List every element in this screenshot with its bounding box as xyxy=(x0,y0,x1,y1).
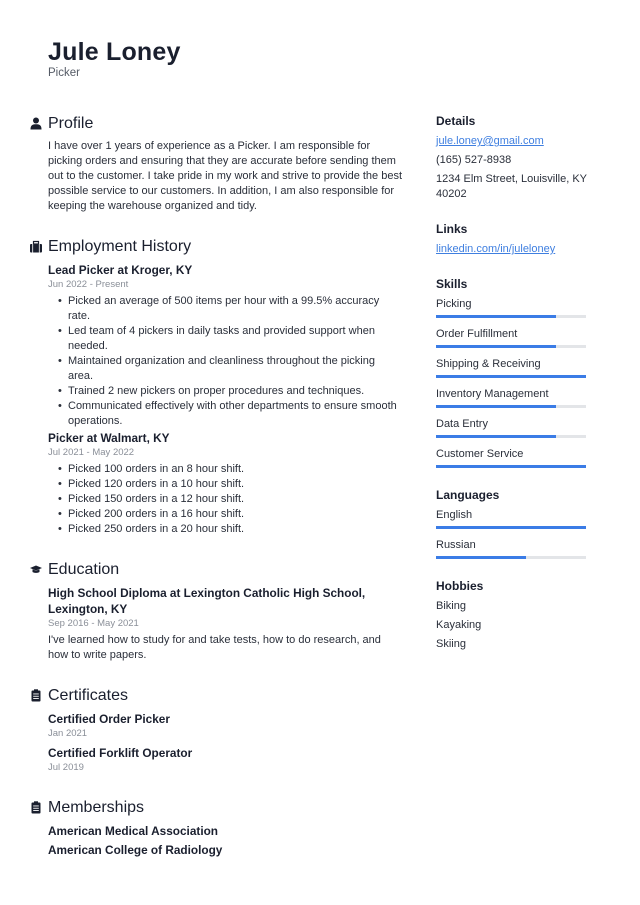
job-bullet: Trained 2 new pickers on proper procedur… xyxy=(58,384,403,399)
profile-heading: Profile xyxy=(48,115,94,132)
main-column: Profile I have over 1 years of experienc… xyxy=(30,113,403,880)
skill-item: Customer Service xyxy=(436,447,591,468)
skill-bar-fill xyxy=(436,315,556,318)
sidebar-column: Details jule.loney@gmail.com (165) 527-8… xyxy=(436,113,591,671)
education-section: Education High School Diploma at Lexingt… xyxy=(30,559,403,663)
skill-bar-fill xyxy=(436,405,556,408)
skill-item: Data Entry xyxy=(436,417,591,438)
language-item: English xyxy=(436,508,591,529)
job-bullets: Picked 100 orders in an 8 hour shift. Pi… xyxy=(58,462,403,537)
graduation-cap-icon xyxy=(30,565,42,573)
profile-section: Profile I have over 1 years of experienc… xyxy=(30,113,403,214)
memberships-section: Memberships American Medical Association… xyxy=(31,797,403,858)
skill-label: Data Entry xyxy=(436,418,488,430)
language-label: Russian xyxy=(436,539,476,551)
job-title: Picker xyxy=(48,67,80,79)
job-bullet: Picked 150 orders in a 12 hour shift. xyxy=(58,492,403,507)
profile-summary: I have over 1 years of experience as a P… xyxy=(48,140,403,212)
candidate-name: Jule Loney xyxy=(48,38,181,66)
details-section: Details jule.loney@gmail.com (165) 527-8… xyxy=(436,113,591,202)
job-title: Picker at Walmart, KY xyxy=(48,431,170,445)
skill-item: Inventory Management xyxy=(436,387,591,408)
employment-section: Employment History Lead Picker at Kroger… xyxy=(30,236,403,537)
skill-bar-track xyxy=(436,435,586,438)
skill-label: Customer Service xyxy=(436,448,524,460)
skill-bar-track xyxy=(436,345,586,348)
linkedin-link[interactable]: linkedin.com/in/juleloney xyxy=(436,242,591,257)
skill-bar-fill xyxy=(436,345,556,348)
skills-section: Skills Picking Order Fulfillment Shippin… xyxy=(436,276,591,468)
skills-heading: Skills xyxy=(436,277,468,291)
language-label: English xyxy=(436,509,473,521)
email-link[interactable]: jule.loney@gmail.com xyxy=(436,134,591,149)
skill-bar-fill xyxy=(436,465,586,468)
languages-section: Languages English Russian xyxy=(436,487,591,559)
skill-item: Shipping & Receiving xyxy=(436,357,591,378)
certificate-date: Jan 2021 xyxy=(48,728,88,739)
skill-label: Picking xyxy=(436,298,472,310)
links-section: Links linkedin.com/in/juleloney xyxy=(436,221,591,257)
hobbies-section: Hobbies Biking Kayaking Skiing xyxy=(436,578,591,652)
skill-label: Shipping & Receiving xyxy=(436,358,541,370)
skill-item: Order Fulfillment xyxy=(436,327,591,348)
job-bullet: Communicated effectively with other depa… xyxy=(58,399,403,429)
certificates-section: Certificates Certified Order Picker Jan … xyxy=(31,685,403,775)
job-bullet: Led team of 4 pickers in daily tasks and… xyxy=(58,324,403,354)
job-bullet: Picked 120 orders in a 10 hour shift. xyxy=(58,477,403,492)
language-bar-fill xyxy=(436,556,526,559)
language-bar-track xyxy=(436,526,586,529)
job-bullet: Picked 250 orders in a 20 hour shift. xyxy=(58,522,403,537)
skill-item: Picking xyxy=(436,297,591,318)
membership-item: American College of Radiology xyxy=(48,843,223,857)
education-heading: Education xyxy=(48,561,120,578)
job-bullet: Picked an average of 500 items per hour … xyxy=(58,294,403,324)
job-entry: Lead Picker at Kroger, KY Jun 2022 - Pre… xyxy=(48,262,403,429)
languages-heading: Languages xyxy=(436,488,500,502)
job-dates: Jun 2022 - Present xyxy=(48,279,129,290)
clipboard-icon xyxy=(31,801,41,814)
memberships-heading: Memberships xyxy=(48,799,145,816)
user-icon xyxy=(30,117,42,130)
skill-label: Inventory Management xyxy=(436,388,549,400)
links-heading: Links xyxy=(436,222,468,236)
hobby-item: Biking xyxy=(436,600,466,612)
certificate-date: Jul 2019 xyxy=(48,762,84,773)
certificate-title: Certified Forklift Operator xyxy=(48,746,193,760)
employment-heading: Employment History xyxy=(48,238,192,255)
skill-bar-track xyxy=(436,375,586,378)
certificates-heading: Certificates xyxy=(48,687,129,704)
job-dates: Jul 2021 - May 2022 xyxy=(48,447,135,458)
hobby-item: Skiing xyxy=(436,638,466,650)
education-description: I've learned how to study for and take t… xyxy=(48,634,381,661)
briefcase-icon xyxy=(30,240,42,253)
job-bullets: Picked an average of 500 items per hour … xyxy=(58,294,403,429)
phone-number: (165) 527-8938 xyxy=(436,154,512,166)
language-bar-track xyxy=(436,556,586,559)
language-item: Russian xyxy=(436,538,591,559)
skill-bar-fill xyxy=(436,375,586,378)
skill-bar-fill xyxy=(436,435,556,438)
certificate-title: Certified Order Picker xyxy=(48,712,170,726)
hobby-item: Kayaking xyxy=(436,619,482,631)
skill-bar-track xyxy=(436,315,586,318)
skill-bar-track xyxy=(436,465,586,468)
education-dates: Sep 2016 - May 2021 xyxy=(48,618,139,629)
job-bullet: Picked 200 orders in a 16 hour shift. xyxy=(58,507,403,522)
hobbies-heading: Hobbies xyxy=(436,579,484,593)
job-entry: Picker at Walmart, KY Jul 2021 - May 202… xyxy=(48,430,403,537)
job-title: Lead Picker at Kroger, KY xyxy=(48,263,193,277)
address: 1234 Elm Street, Louisville, KY 40202 xyxy=(436,173,587,200)
details-heading: Details xyxy=(436,114,476,128)
skill-bar-track xyxy=(436,405,586,408)
skill-label: Order Fulfillment xyxy=(436,328,518,340)
language-bar-fill xyxy=(436,526,586,529)
job-bullet: Maintained organization and cleanliness … xyxy=(58,354,403,384)
clipboard-icon xyxy=(31,689,41,702)
education-title: High School Diploma at Lexington Catholi… xyxy=(48,586,366,616)
membership-item: American Medical Association xyxy=(48,824,219,838)
job-bullet: Picked 100 orders in an 8 hour shift. xyxy=(58,462,403,477)
